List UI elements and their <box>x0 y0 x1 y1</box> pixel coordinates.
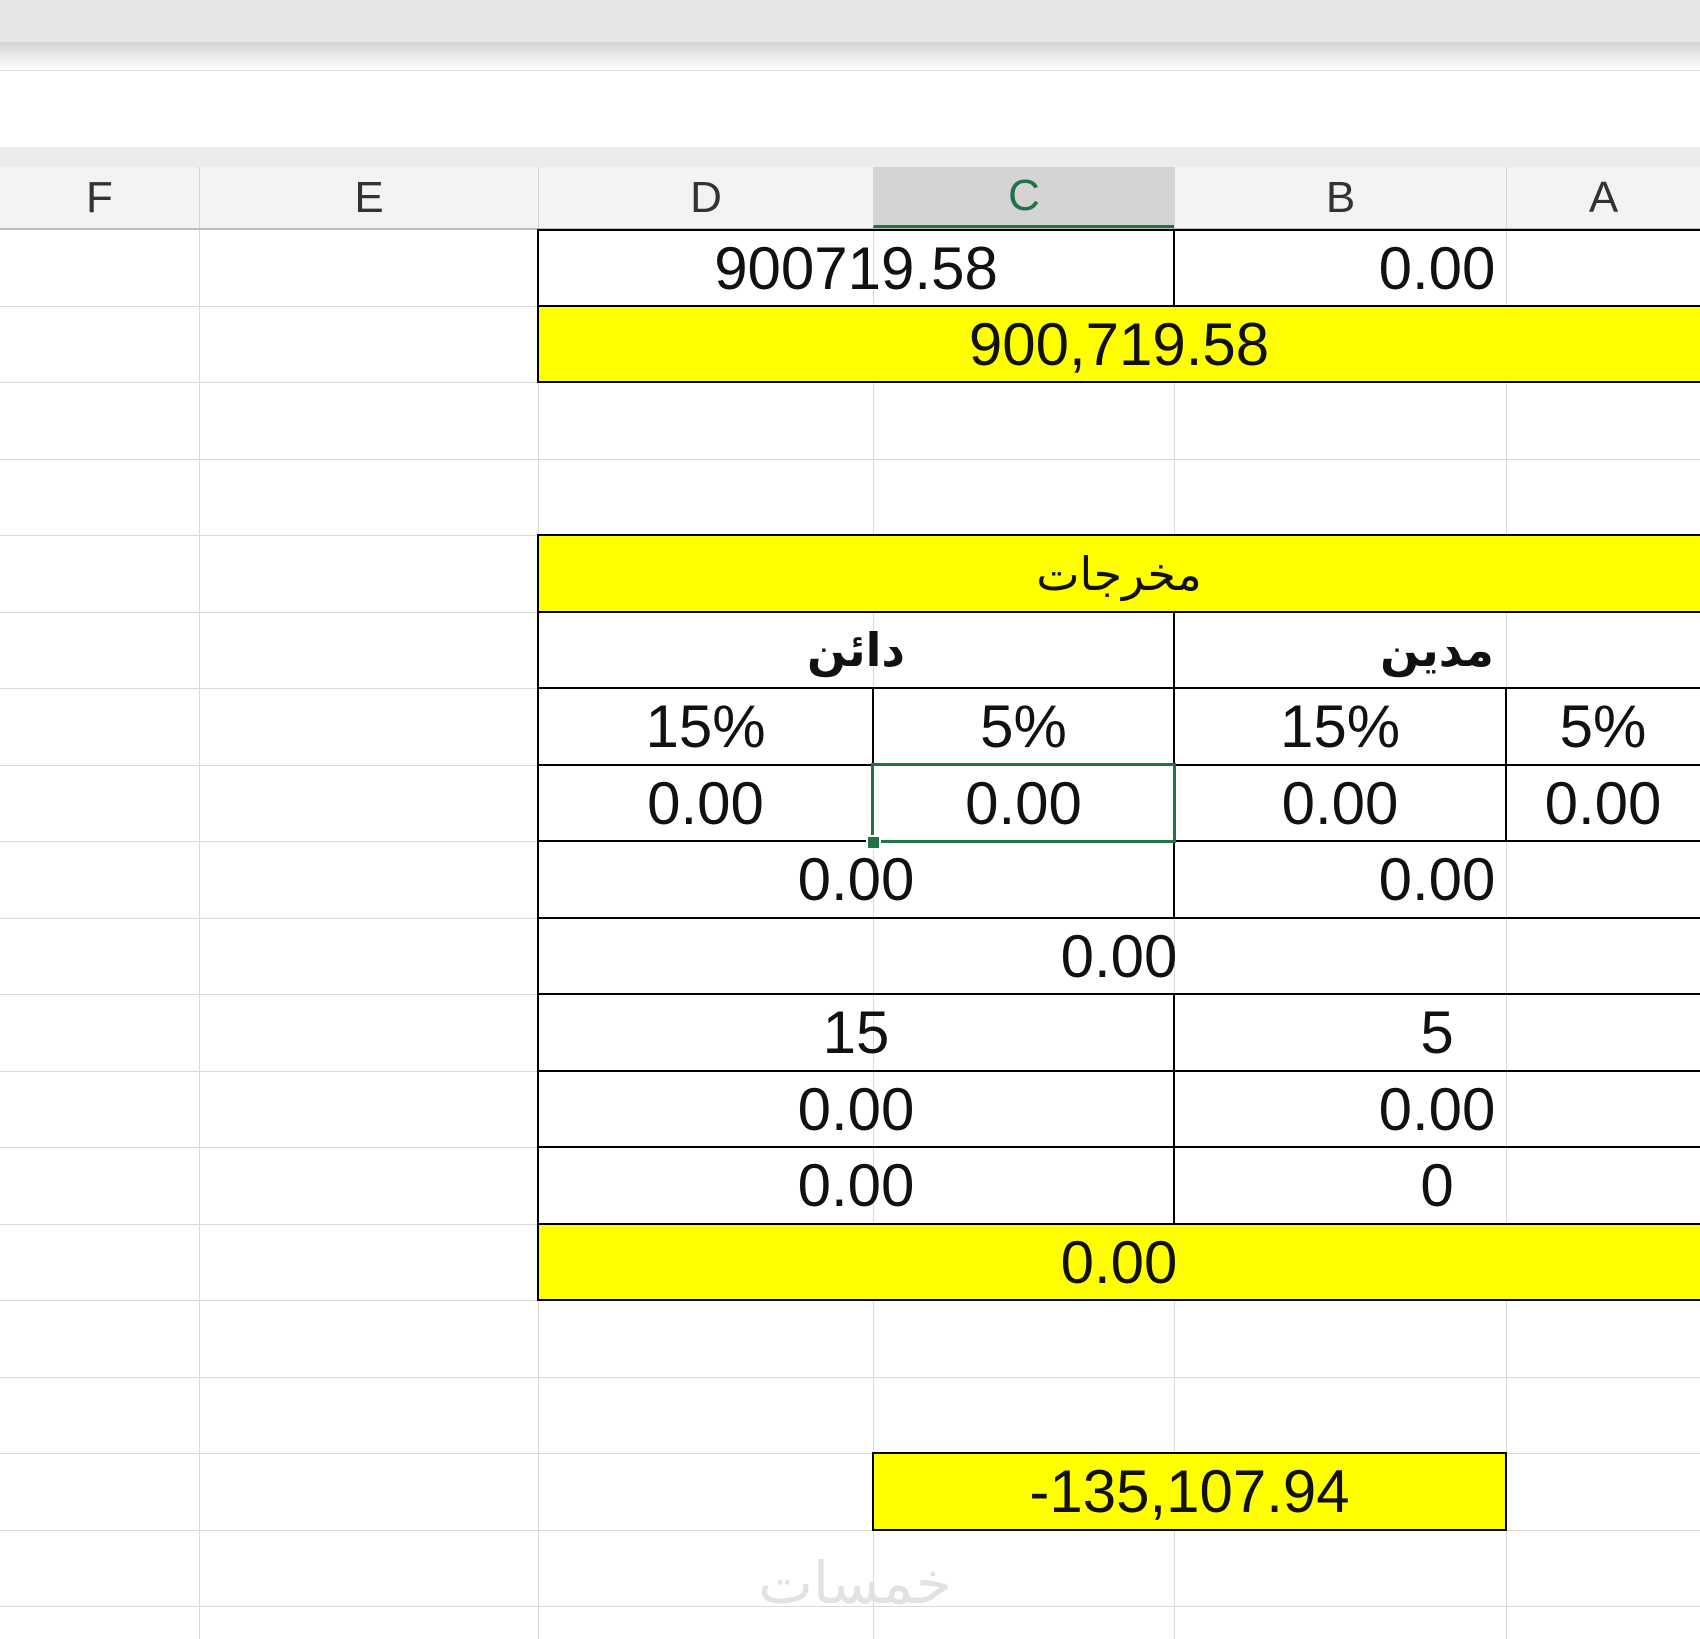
table-border <box>1173 230 1175 307</box>
rate-cell-b[interactable]: 15% <box>1174 688 1506 765</box>
formula-bar-area[interactable] <box>0 71 1700 147</box>
debtor-calc1-cell[interactable]: 0.00 <box>1174 1071 1700 1147</box>
table-border <box>872 1452 1507 1454</box>
debtor-subtotal-cell[interactable]: 0.00 <box>1174 841 1700 918</box>
table-border <box>537 687 1700 689</box>
active-cell-selection[interactable] <box>871 763 1176 843</box>
table-border <box>537 993 1700 995</box>
grid-line <box>199 230 200 1639</box>
table-border <box>872 1529 1507 1531</box>
watermark-text: خمسات <box>758 1549 952 1617</box>
header-gap <box>0 147 1700 167</box>
table-border <box>537 534 1700 536</box>
column-header-bar: F E D C B A <box>0 167 1700 230</box>
value-cell-a[interactable]: 0.00 <box>1506 765 1700 841</box>
table-border <box>537 1223 1700 1225</box>
grid-line <box>0 1377 1700 1378</box>
creditor-subtotal-cell[interactable]: 0.00 <box>538 841 1174 918</box>
ribbon-divider <box>0 42 1700 71</box>
result-cell[interactable]: -135,107.94 <box>873 1453 1506 1530</box>
column-header-b[interactable]: B <box>1174 167 1506 228</box>
table-border <box>872 1453 874 1530</box>
column-header-f[interactable]: F <box>0 167 199 228</box>
fill-handle[interactable] <box>866 835 881 850</box>
column-header-c[interactable]: C <box>873 167 1174 228</box>
table-border <box>537 1299 1700 1301</box>
ab-value-cell[interactable]: 0.00 <box>1174 230 1700 306</box>
combined-total-cell[interactable]: 0.00 <box>538 918 1700 994</box>
value-cell-d[interactable]: 0.00 <box>538 765 873 841</box>
column-header-a[interactable]: A <box>1506 167 1700 228</box>
debtor-label[interactable]: مدين <box>1174 612 1700 688</box>
creditor-calc1-cell[interactable]: 0.00 <box>538 1071 1174 1147</box>
cd-value-cell[interactable]: 900719.58 <box>538 230 1174 306</box>
table-border <box>537 1070 1700 1072</box>
table-border <box>537 305 1700 307</box>
creditor-label[interactable]: دائن <box>538 612 1174 688</box>
table-border <box>537 917 1700 919</box>
final-total-cell[interactable]: 0.00 <box>538 1224 1700 1300</box>
value-cell-b[interactable]: 0.00 <box>1174 765 1506 841</box>
ribbon-strip <box>0 0 1700 42</box>
total-cell[interactable]: 900,719.58 <box>538 306 1700 382</box>
outputs-title[interactable]: مخرجات <box>538 535 1700 612</box>
creditor-rate-number-cell[interactable]: 15 <box>538 994 1174 1071</box>
creditor-calc2-cell[interactable]: 0.00 <box>538 1147 1174 1224</box>
table-border <box>537 229 1700 231</box>
table-border <box>537 381 1700 383</box>
rate-cell-c[interactable]: 5% <box>873 688 1174 765</box>
debtor-rate-number-cell[interactable]: 5 <box>1174 994 1700 1071</box>
grid-line <box>0 459 1700 460</box>
rate-cell-d[interactable]: 15% <box>538 688 873 765</box>
column-header-e[interactable]: E <box>199 167 538 228</box>
table-border <box>1505 1453 1507 1530</box>
table-border <box>537 611 1700 613</box>
debtor-calc2-cell[interactable]: 0 <box>1174 1147 1700 1224</box>
column-header-d[interactable]: D <box>538 167 873 228</box>
rate-cell-a[interactable]: 5% <box>1506 688 1700 765</box>
table-border <box>1173 994 1175 1224</box>
table-border <box>537 1146 1700 1148</box>
